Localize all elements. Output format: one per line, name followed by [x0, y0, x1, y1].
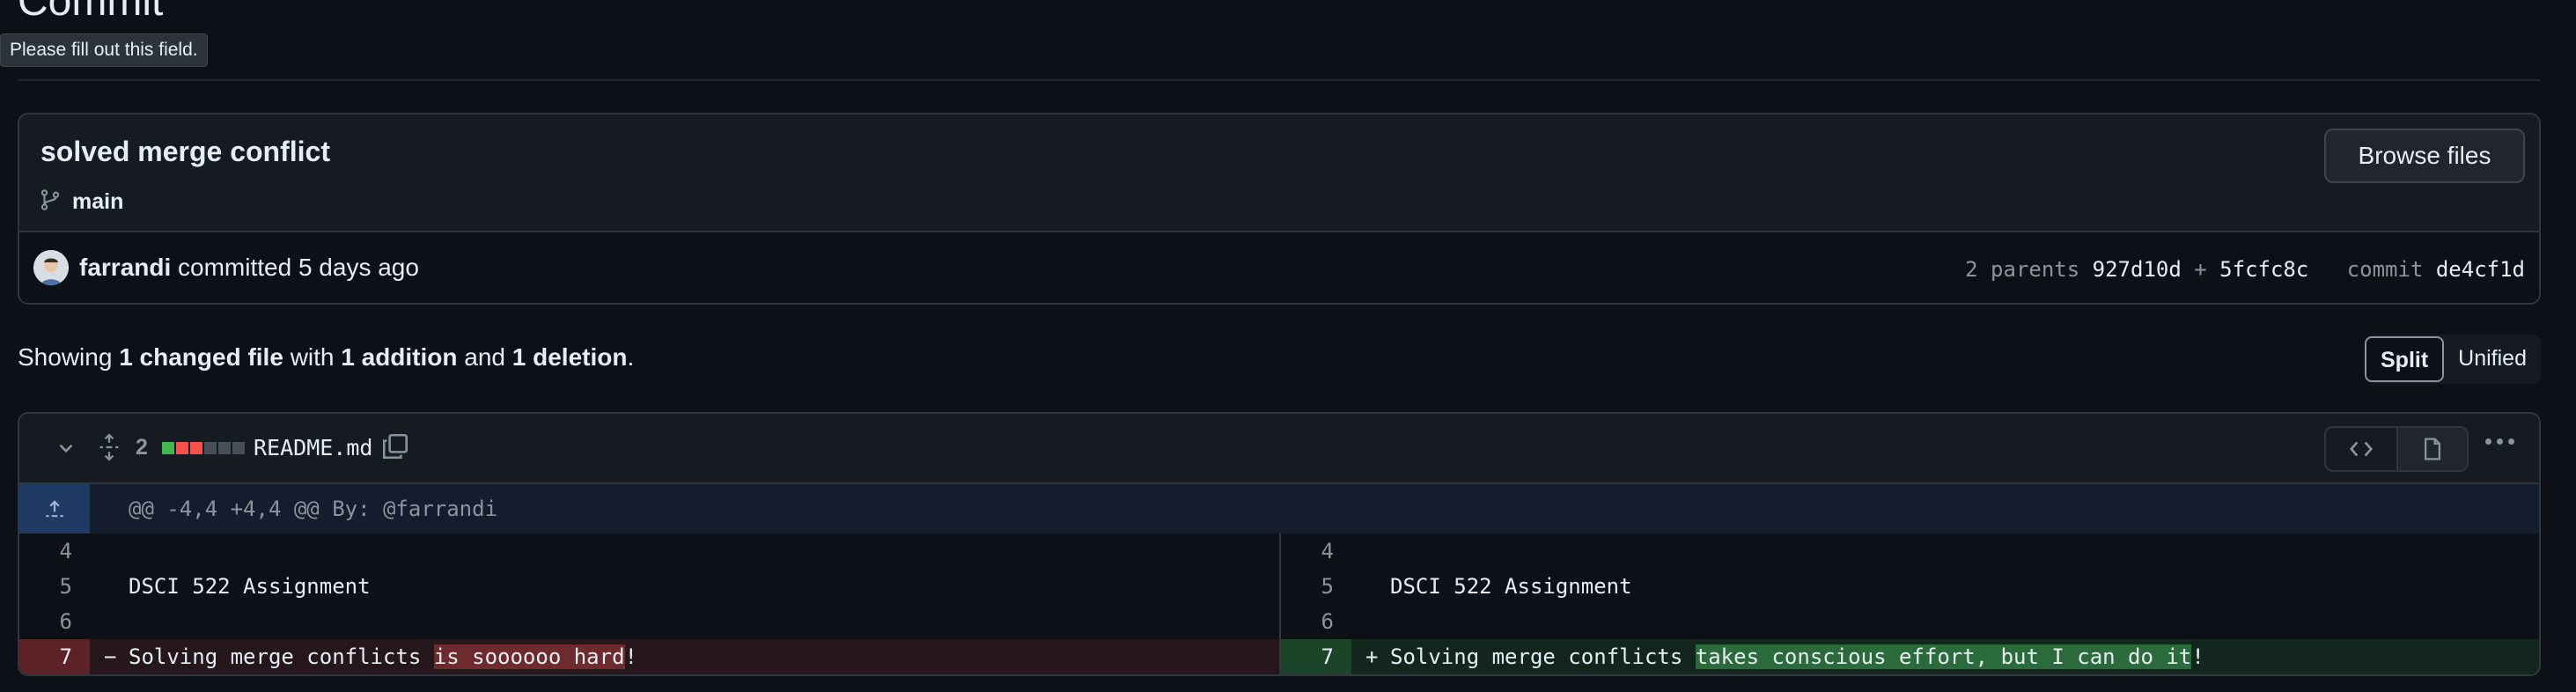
commit-title-section: solved merge conflict main Browse files	[19, 114, 2539, 232]
summary-text: Showing	[18, 343, 113, 371]
split-diff-rows: 4 5 DSCI 522 Assignment 6 7 − Solving me…	[19, 534, 2539, 674]
deleted-highlight: is soooooo hard	[433, 644, 625, 669]
diffstat-block	[232, 442, 245, 454]
divider	[18, 79, 2541, 81]
line-code: DSCI 522 Assignment	[129, 574, 371, 599]
branch-indicator[interactable]: main	[39, 188, 123, 216]
diff-line: 6	[19, 604, 1279, 639]
commit-author-line: farrandi committed 5 days ago	[79, 254, 419, 282]
summary-text: with	[290, 343, 335, 371]
avatar[interactable]	[33, 250, 69, 285]
diffstat-bar	[162, 442, 245, 454]
code-text: !	[624, 644, 637, 669]
plus-separator: +	[2194, 257, 2207, 282]
diff-line: 4	[19, 534, 1279, 569]
file-diff: 2 README.md @@ -4,4 +4,4 @@ By: @farrand…	[18, 412, 2541, 676]
summary-text: and	[464, 343, 505, 371]
diff-right-side: 4 5 DSCI 522 Assignment 6 7 + Solving me…	[1279, 534, 2539, 674]
author-link[interactable]: farrandi	[79, 254, 171, 281]
line-number[interactable]: 4	[1281, 534, 1351, 569]
parent-sha-link[interactable]: 927d10d	[2093, 257, 2182, 282]
commit-header-box: solved merge conflict main Browse files …	[18, 113, 2541, 305]
code-view-button[interactable]	[2326, 428, 2396, 470]
unified-view-button[interactable]: Unified	[2444, 336, 2541, 382]
hunk-header-text: @@ -4,4 +4,4 @@ By: @farrandi	[129, 497, 498, 521]
file-view-button[interactable]	[2396, 428, 2467, 470]
validation-tooltip: Please fill out this field.	[0, 33, 208, 67]
summary-deletions: 1 deletion	[512, 343, 628, 371]
expand-all-icon[interactable]	[97, 433, 121, 466]
hunk-header: @@ -4,4 +4,4 @@ By: @farrandi	[19, 484, 2539, 534]
code-text: Solving merge conflicts	[1390, 644, 1696, 669]
file-diff-header: 2 README.md	[19, 414, 2539, 484]
commit-sha: de4cf1d	[2435, 257, 2525, 282]
line-number[interactable]: 7	[19, 639, 90, 674]
line-number[interactable]: 6	[19, 604, 90, 639]
commit-time: committed 5 days ago	[178, 254, 419, 281]
commit-shas: 2 parents 927d10d + 5fcfc8c commit de4cf…	[1965, 257, 2525, 282]
copy-icon[interactable]	[380, 431, 410, 466]
diff-line: 5 DSCI 522 Assignment	[1281, 569, 2539, 604]
commit-label: commit	[2346, 257, 2424, 282]
chevron-down-icon[interactable]	[55, 437, 77, 464]
line-number[interactable]: 7	[1281, 639, 1351, 674]
line-code: Solving merge conflicts takes conscious …	[1390, 639, 2204, 674]
summary-additions: 1 addition	[341, 343, 458, 371]
diff-summary: Showing 1 changed file with 1 addition a…	[18, 343, 634, 372]
line-code: Solving merge conflicts is soooooo hard!	[129, 639, 637, 674]
code-text: !	[2191, 644, 2204, 669]
addition-marker: +	[1365, 644, 1379, 669]
split-view-button[interactable]: Split	[2365, 336, 2445, 382]
commit-title: solved merge conflict	[40, 136, 330, 167]
diffstat-block	[162, 442, 174, 454]
parents-label: 2 parents	[1965, 257, 2080, 282]
diffstat-block	[190, 442, 202, 454]
code-icon	[2350, 441, 2373, 457]
diff-line: 5 DSCI 522 Assignment	[19, 569, 1279, 604]
file-name-link[interactable]: README.md	[254, 435, 372, 460]
diff-left-side: 4 5 DSCI 522 Assignment 6 7 − Solving me…	[19, 534, 1279, 674]
more-options-icon[interactable]	[2485, 438, 2514, 445]
page-title: Commit	[18, 0, 164, 25]
code-text: Solving merge conflicts	[129, 644, 434, 669]
file-view-actions	[2324, 426, 2469, 472]
branch-name: main	[72, 189, 124, 214]
deletion-marker: −	[104, 644, 117, 669]
line-code: DSCI 522 Assignment	[1390, 574, 1632, 599]
line-number[interactable]: 5	[1281, 569, 1351, 604]
file-icon	[2424, 438, 2441, 460]
diffstat-block	[176, 442, 188, 454]
diffstat-block	[218, 442, 231, 454]
browse-files-button[interactable]: Browse files	[2324, 129, 2525, 183]
added-highlight: takes conscious effort, but I can do it	[1695, 644, 2192, 669]
deleted-line: 7 − Solving merge conflicts is soooooo h…	[19, 639, 1279, 674]
line-number[interactable]: 4	[19, 534, 90, 569]
line-number[interactable]: 6	[1281, 604, 1351, 639]
diffstat-block	[204, 442, 217, 454]
diff-view-toggle: Split Unified	[2365, 335, 2541, 384]
expand-up-icon[interactable]	[19, 484, 90, 534]
summary-text: .	[627, 343, 635, 371]
git-branch-icon	[39, 188, 62, 216]
parent-sha-link[interactable]: 5fcfc8c	[2219, 257, 2308, 282]
line-number[interactable]: 5	[19, 569, 90, 604]
commit-meta: farrandi committed 5 days ago 2 parents …	[19, 232, 2539, 303]
added-line: 7 + Solving merge conflicts takes consci…	[1281, 639, 2539, 674]
diff-line: 6	[1281, 604, 2539, 639]
change-count: 2	[136, 435, 148, 460]
diff-line: 4	[1281, 534, 2539, 569]
summary-files: 1 changed file	[119, 343, 283, 371]
